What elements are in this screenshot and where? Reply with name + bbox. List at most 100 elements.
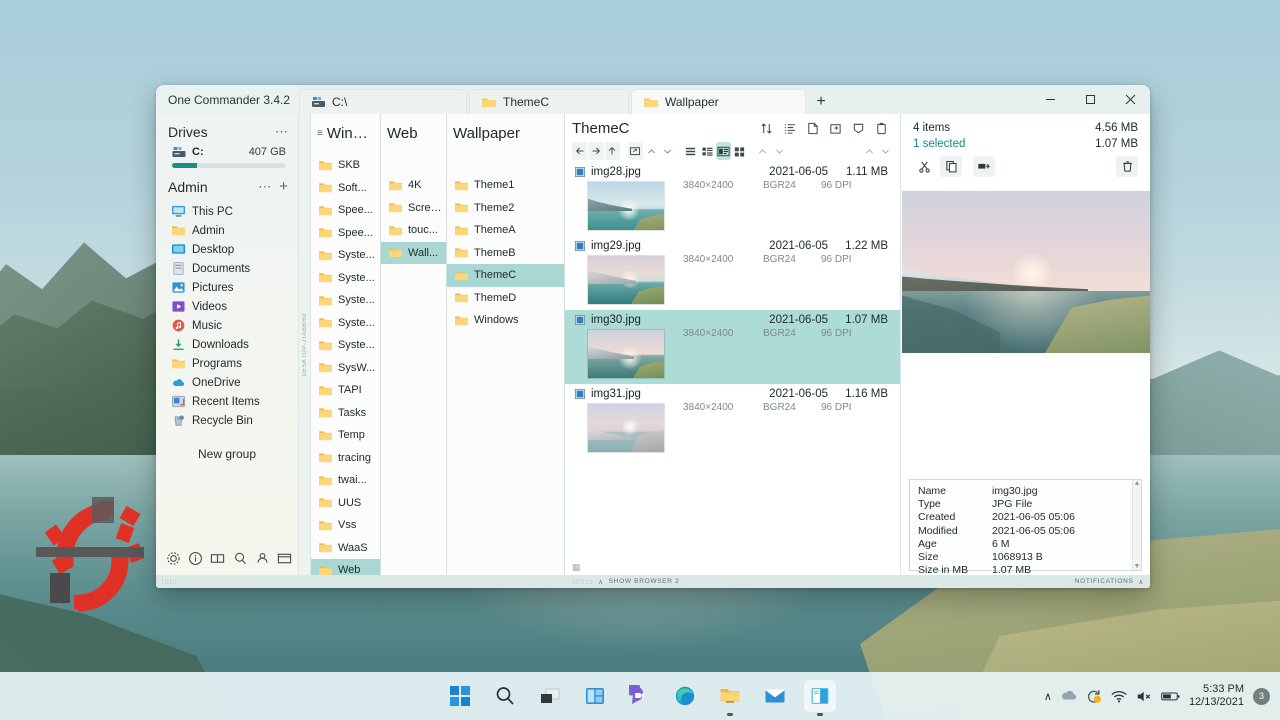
list-item[interactable]: Spee...	[311, 199, 380, 222]
sort-button[interactable]	[756, 119, 777, 138]
file-thumbnail[interactable]	[587, 255, 665, 305]
list-item[interactable]: Windows	[447, 309, 564, 332]
file-list[interactable]: img28.jpg 2021-06-05 1.11 MB 3840×2400 B…	[565, 162, 900, 559]
taskbar-clock[interactable]: 5:33 PM 12/13/2021	[1189, 683, 1244, 709]
list-item[interactable]: Syste...	[311, 244, 380, 267]
sidebar-item-recent-items[interactable]: Recent Items	[156, 392, 298, 411]
close-button[interactable]	[1110, 85, 1150, 114]
edge-button[interactable]	[669, 680, 701, 712]
column-list[interactable]: 4K Screen touc... Wall...	[381, 152, 446, 575]
notifications-button[interactable]: NOTIFICATIONS	[1075, 578, 1134, 585]
file-thumbnail[interactable]	[587, 181, 665, 231]
delete-button[interactable]	[1116, 156, 1138, 177]
widgets-button[interactable]	[579, 680, 611, 712]
tiles-view-button[interactable]	[716, 142, 731, 160]
table-row-selected[interactable]: img30.jpg 2021-06-05 1.07 MB 3840×2400 B…	[565, 310, 900, 384]
drives-more-button[interactable]: ⋯	[275, 124, 288, 140]
tab-themec[interactable]: ThemeC	[469, 89, 629, 114]
task-view-button[interactable]	[534, 680, 566, 712]
list-item[interactable]: Syste...	[311, 267, 380, 290]
dual-pane-button[interactable]	[208, 548, 227, 568]
details-view-button[interactable]	[700, 142, 715, 160]
list-item[interactable]: UUS	[311, 492, 380, 515]
list-item[interactable]: Vss	[311, 514, 380, 537]
tab-wallpaper[interactable]: Wallpaper	[631, 89, 806, 114]
update-icon[interactable]	[1086, 688, 1102, 704]
wifi-icon[interactable]	[1111, 689, 1127, 704]
list-item[interactable]: ThemeD	[447, 287, 564, 310]
search-button[interactable]	[231, 548, 250, 568]
user-button[interactable]	[253, 548, 272, 568]
list-item[interactable]: Syste...	[311, 289, 380, 312]
paste-button[interactable]	[871, 119, 892, 138]
list-item[interactable]: SKB	[311, 154, 380, 177]
sidebar-item-admin[interactable]: Admin	[156, 221, 298, 240]
collapsed-pane-strip[interactable]: DESKTOP-JTABBHU	[299, 114, 311, 575]
list-item[interactable]: touc...	[381, 219, 446, 242]
sidebar-item-this-pc[interactable]: This PC	[156, 202, 298, 221]
list-view-button[interactable]	[683, 142, 698, 160]
sidebar-item-music[interactable]: Music	[156, 316, 298, 335]
list-item[interactable]: SysW...	[311, 357, 380, 380]
group-button[interactable]	[779, 119, 800, 138]
copy-button[interactable]	[940, 156, 962, 177]
list-item[interactable]: Spee...	[311, 222, 380, 245]
list-item[interactable]: WaaS	[311, 537, 380, 560]
table-row[interactable]: img31.jpg 2021-06-05 1.16 MB 3840×2400 B…	[565, 384, 900, 458]
teams-chat-button[interactable]	[624, 680, 656, 712]
sidebar-item-videos[interactable]: Videos	[156, 297, 298, 316]
scroll-up-button[interactable]	[755, 142, 770, 160]
list-item[interactable]: ThemeA	[447, 219, 564, 242]
onedrive-icon[interactable]	[1061, 688, 1077, 704]
volume-muted-icon[interactable]	[1136, 689, 1152, 704]
sidebar-item-programs[interactable]: Programs	[156, 354, 298, 373]
notification-badge[interactable]: 3	[1253, 688, 1270, 705]
maximize-button[interactable]	[1070, 85, 1110, 114]
start-button[interactable]	[444, 680, 476, 712]
expand-button[interactable]	[660, 142, 675, 160]
one-commander-button[interactable]	[804, 680, 836, 712]
battery-icon[interactable]	[1161, 690, 1180, 703]
sidebar-item-pictures[interactable]: Pictures	[156, 278, 298, 297]
table-row[interactable]: img29.jpg 2021-06-05 1.22 MB 3840×2400 B…	[565, 236, 900, 310]
list-item[interactable]: tracing	[311, 447, 380, 470]
page-up-button[interactable]	[862, 142, 877, 160]
list-item[interactable]: Soft...	[311, 177, 380, 200]
table-row[interactable]: img28.jpg 2021-06-05 1.11 MB 3840×2400 B…	[565, 162, 900, 236]
admin-more-button[interactable]: ⋯	[258, 179, 271, 195]
window-button[interactable]	[275, 548, 294, 568]
list-item[interactable]: twai...	[311, 469, 380, 492]
list-item-selected-themec[interactable]: ThemeC	[447, 264, 564, 287]
list-item[interactable]: 4K	[381, 174, 446, 197]
info-button[interactable]	[186, 548, 205, 568]
list-item[interactable]: TAPI	[311, 379, 380, 402]
tray-expand-button[interactable]: ∧	[1044, 690, 1052, 703]
sidebar-item-onedrive[interactable]: OneDrive	[156, 373, 298, 392]
drive-item-c[interactable]: C: 407 GB	[156, 144, 298, 158]
new-file-button[interactable]	[802, 119, 823, 138]
list-item-selected-wallpaper[interactable]: Wall...	[381, 242, 446, 265]
new-tab-button[interactable]: +	[808, 89, 834, 114]
list-item[interactable]: Screen	[381, 197, 446, 220]
list-item[interactable]: Theme2	[447, 197, 564, 220]
scroll-down-button[interactable]	[772, 142, 787, 160]
column-list[interactable]: Theme1 Theme2 ThemeA ThemeB ThemeC Theme…	[447, 152, 564, 575]
metadata-scrollbar[interactable]: ▲▼	[1132, 480, 1141, 570]
new-group-button[interactable]: New group	[156, 442, 298, 466]
gear-button[interactable]	[164, 548, 183, 568]
tag-button[interactable]	[848, 119, 869, 138]
sidebar-item-recycle-bin[interactable]: Recycle Bin	[156, 411, 298, 430]
file-thumbnail[interactable]	[587, 329, 665, 379]
sidebar-item-desktop[interactable]: Desktop	[156, 240, 298, 259]
file-thumbnail[interactable]	[587, 403, 665, 453]
notifications-chevron[interactable]: ∧	[1139, 578, 1144, 586]
new-folder-button[interactable]	[825, 119, 846, 138]
up-button[interactable]	[605, 142, 620, 160]
forward-button[interactable]	[588, 142, 603, 160]
image-preview[interactable]	[902, 191, 1150, 353]
list-item-selected-web[interactable]: Web	[311, 559, 380, 575]
list-item[interactable]: Syste...	[311, 312, 380, 335]
sidebar-item-downloads[interactable]: Downloads	[156, 335, 298, 354]
cut-button[interactable]	[913, 156, 935, 177]
mail-button[interactable]	[759, 680, 791, 712]
